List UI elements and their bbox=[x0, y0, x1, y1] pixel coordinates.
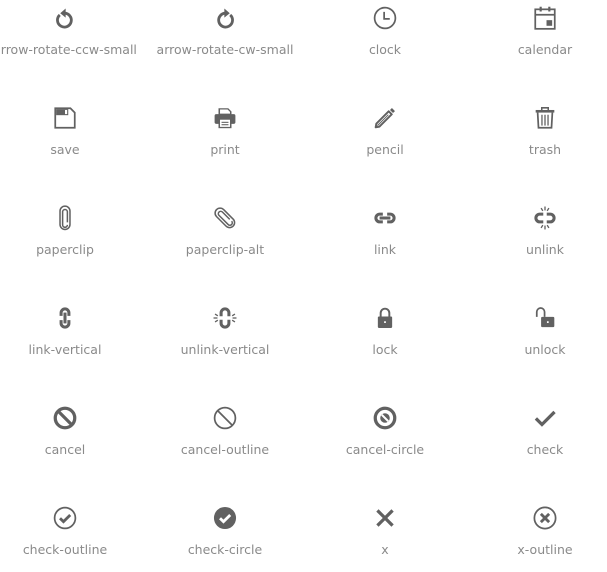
icon-label: check-circle bbox=[187, 542, 263, 557]
icon-tile-cancel-outline[interactable]: cancel-outline bbox=[145, 372, 305, 472]
icon-tile-clock[interactable]: clock bbox=[305, 0, 465, 72]
link-icon bbox=[372, 205, 398, 231]
icon-label: check-outline bbox=[22, 542, 108, 557]
icon-tile-check-circle[interactable]: check-circle bbox=[145, 472, 305, 572]
icon-tile-link-vertical[interactable]: link-vertical bbox=[0, 272, 145, 372]
icon-label: cancel bbox=[44, 442, 86, 457]
icon-label: paperclip bbox=[36, 242, 94, 257]
icon-gallery: arrow-rotate-ccw-small arrow-rotate-cw-s… bbox=[0, 0, 607, 572]
icon-tile-pencil[interactable]: pencil bbox=[305, 72, 465, 172]
icon-label: link bbox=[373, 242, 397, 257]
icon-label: arrow-rotate-ccw-small bbox=[0, 42, 137, 57]
icon-label: cancel-outline bbox=[180, 442, 270, 457]
icon-tile-unlink[interactable]: unlink bbox=[465, 172, 607, 272]
icon-label: unlink-vertical bbox=[180, 342, 270, 357]
icon-label: arrow-rotate-cw-small bbox=[156, 42, 294, 57]
check-outline-icon bbox=[52, 505, 78, 531]
icon-tile-check-outline[interactable]: check-outline bbox=[0, 472, 145, 572]
icon-tile-paperclip-alt[interactable]: paperclip-alt bbox=[145, 172, 305, 272]
icon-label: lock bbox=[372, 342, 398, 357]
cancel-circle-icon bbox=[372, 405, 398, 431]
print-icon bbox=[212, 105, 238, 131]
icon-label: link-vertical bbox=[28, 342, 102, 357]
icon-tile-arrow-rotate-cw-small[interactable]: arrow-rotate-cw-small bbox=[145, 0, 305, 72]
icon-label: pencil bbox=[366, 142, 404, 157]
icon-tile-save[interactable]: save bbox=[0, 72, 145, 172]
icon-label: unlock bbox=[524, 342, 566, 357]
icon-label: save bbox=[50, 142, 80, 157]
check-icon bbox=[532, 405, 558, 431]
link-vertical-icon bbox=[52, 305, 78, 331]
icon-label: unlink bbox=[526, 242, 564, 257]
icon-tile-print[interactable]: print bbox=[145, 72, 305, 172]
icon-tile-unlink-vertical[interactable]: unlink-vertical bbox=[145, 272, 305, 372]
check-circle-icon bbox=[212, 505, 238, 531]
icon-label: cancel-circle bbox=[345, 442, 425, 457]
x-outline-icon bbox=[532, 505, 558, 531]
icon-tile-unlock[interactable]: unlock bbox=[465, 272, 607, 372]
cancel-icon bbox=[52, 405, 78, 431]
pencil-icon bbox=[372, 105, 398, 131]
icon-tile-x[interactable]: x bbox=[305, 472, 465, 572]
x-icon bbox=[372, 505, 398, 531]
icon-tile-lock[interactable]: lock bbox=[305, 272, 465, 372]
icon-label: check bbox=[526, 442, 564, 457]
icon-label: calendar bbox=[517, 42, 573, 57]
calendar-icon bbox=[532, 5, 558, 31]
icon-tile-cancel-circle[interactable]: cancel-circle bbox=[305, 372, 465, 472]
icon-label: x bbox=[381, 542, 389, 557]
icon-tile-link[interactable]: link bbox=[305, 172, 465, 272]
paperclip-alt-icon bbox=[212, 205, 238, 231]
unlock-icon bbox=[532, 305, 558, 331]
icon-tile-arrow-rotate-ccw-small[interactable]: arrow-rotate-ccw-small bbox=[0, 0, 145, 72]
arrow-rotate-ccw-small-icon bbox=[52, 5, 78, 31]
unlink-vertical-icon bbox=[212, 305, 238, 331]
icon-tile-paperclip[interactable]: paperclip bbox=[0, 172, 145, 272]
icon-label: trash bbox=[528, 142, 562, 157]
icon-tile-calendar[interactable]: calendar bbox=[465, 0, 607, 72]
paperclip-icon bbox=[52, 205, 78, 231]
lock-icon bbox=[372, 305, 398, 331]
icon-label: paperclip-alt bbox=[185, 242, 265, 257]
cancel-outline-icon bbox=[212, 405, 238, 431]
icon-label: x-outline bbox=[517, 542, 573, 557]
save-icon bbox=[52, 105, 78, 131]
trash-icon bbox=[532, 105, 558, 131]
icon-tile-check[interactable]: check bbox=[465, 372, 607, 472]
icon-label: print bbox=[210, 142, 240, 157]
clock-icon bbox=[372, 5, 398, 31]
unlink-icon bbox=[532, 205, 558, 231]
icon-tile-cancel[interactable]: cancel bbox=[0, 372, 145, 472]
icon-label: clock bbox=[368, 42, 402, 57]
icon-tile-trash[interactable]: trash bbox=[465, 72, 607, 172]
icon-tile-x-outline[interactable]: x-outline bbox=[465, 472, 607, 572]
arrow-rotate-cw-small-icon bbox=[212, 5, 238, 31]
